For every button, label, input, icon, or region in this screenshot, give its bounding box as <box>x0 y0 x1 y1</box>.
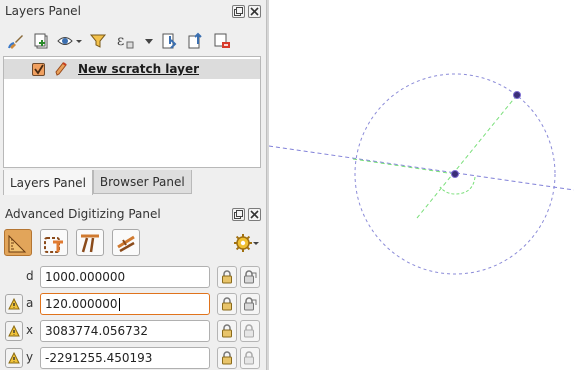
close-icon <box>250 7 259 16</box>
warning-icon <box>8 298 20 310</box>
gear-icon <box>234 234 259 252</box>
field-row-y: y -2291255.450193 <box>0 346 265 370</box>
panel-tabs: Layers Panel Browser Panel <box>3 170 192 195</box>
float-panel-button[interactable] <box>232 208 245 221</box>
warning-a-button[interactable] <box>5 294 23 314</box>
angle-arc <box>439 176 476 195</box>
field-label-d: d <box>26 269 34 283</box>
relative-lock-icon <box>244 297 257 311</box>
field-label-x: x <box>26 323 34 337</box>
relative-lock-icon <box>244 270 257 284</box>
svg-text:ε: ε <box>117 33 124 49</box>
digitizing-settings-button[interactable] <box>232 231 260 255</box>
map-drawing <box>268 73 574 275</box>
lock-y-button[interactable] <box>217 347 237 369</box>
relative-lock-y-button[interactable] <box>240 347 260 369</box>
lock-icon <box>222 297 232 311</box>
field-label-y: y <box>26 350 34 364</box>
float-panel-button[interactable] <box>232 5 245 18</box>
warning-x-button[interactable] <box>5 321 23 341</box>
eye-visibility-icon <box>57 37 82 45</box>
layer-name: New scratch layer <box>78 62 200 76</box>
lock-icon <box>222 270 232 284</box>
tab-layers-panel[interactable]: Layers Panel <box>3 170 93 195</box>
lock-a-button[interactable] <box>217 293 237 315</box>
visibility-button[interactable] <box>56 29 84 53</box>
relative-lock-icon <box>244 324 254 338</box>
relative-lock-x-button[interactable] <box>240 320 260 342</box>
perpendicular-button[interactable] <box>112 229 140 256</box>
close-panel-button[interactable] <box>248 5 261 18</box>
warning-y-button[interactable] <box>5 348 23 368</box>
expand-all-icon <box>162 33 177 49</box>
remove-layer-button[interactable] <box>210 29 234 53</box>
relative-lock-icon <box>244 351 254 365</box>
angle-constraint-line <box>416 94 518 219</box>
add-group-icon <box>34 33 48 49</box>
style-manager-button[interactable] <box>4 29 28 53</box>
collapse-all-icon <box>188 32 202 49</box>
digitizing-panel-title: Advanced Digitizing Panel <box>5 207 161 221</box>
close-icon <box>250 210 259 219</box>
text-caret <box>118 297 120 311</box>
expression-filter-icon: ε <box>117 33 134 49</box>
perpendicular-icon <box>117 235 135 252</box>
warning-icon <box>8 352 20 364</box>
axis-guide-line <box>268 145 574 191</box>
lock-x-button[interactable] <box>217 320 237 342</box>
y-coordinate-input[interactable]: -2291255.450193 <box>40 347 210 369</box>
left-dock: Layers Panel ε New scratch layer Layers … <box>0 0 265 370</box>
field-label-a: a <box>26 296 34 310</box>
layer-tree: New scratch layer <box>3 56 261 168</box>
field-row-d: d 1000.000000 <box>0 265 265 289</box>
layer-row[interactable]: New scratch layer <box>4 59 260 79</box>
layers-toolbar: ε <box>4 28 234 54</box>
layers-panel-title: Layers Panel <box>5 4 81 18</box>
lock-icon <box>222 351 232 365</box>
lock-icon <box>222 324 232 338</box>
digitizing-tools <box>4 229 140 256</box>
paint-brush-icon <box>8 35 23 49</box>
filter-by-expression-button[interactable]: ε <box>112 29 140 53</box>
parallel-button[interactable] <box>76 229 104 256</box>
layer-visibility-checkbox[interactable] <box>32 63 45 76</box>
add-group-button[interactable] <box>30 29 54 53</box>
filter-legend-button[interactable] <box>86 29 110 53</box>
angle-input-value: 120.000000 <box>45 297 118 311</box>
pencil-edit-icon <box>54 61 68 80</box>
relative-lock-a-button[interactable] <box>240 293 260 315</box>
previous-segment-line <box>352 158 456 175</box>
cursor-point <box>513 91 521 99</box>
parallel-icon <box>81 234 99 252</box>
map-canvas[interactable] <box>268 0 574 370</box>
x-coordinate-input[interactable]: 3083774.056732 <box>40 320 210 342</box>
field-row-a: a 120.000000 <box>0 292 265 316</box>
close-panel-button[interactable] <box>248 208 261 221</box>
expression-dropdown-button[interactable] <box>142 29 156 53</box>
float-icon <box>234 7 243 16</box>
layers-panel-dock-buttons <box>232 5 261 18</box>
enable-advanced-digitizing-button[interactable] <box>4 229 32 256</box>
tab-browser-panel[interactable]: Browser Panel <box>92 170 192 194</box>
dropdown-icon <box>145 39 153 44</box>
lock-d-button[interactable] <box>217 266 237 288</box>
expand-all-button[interactable] <box>158 29 182 53</box>
distance-input[interactable]: 1000.000000 <box>40 266 210 288</box>
relative-lock-d-button[interactable] <box>240 266 260 288</box>
checkmark-icon <box>34 64 44 75</box>
digitizing-panel-dock-buttons <box>232 208 261 221</box>
filter-icon <box>89 34 107 48</box>
float-icon <box>234 210 243 219</box>
construction-mode-button[interactable] <box>40 229 68 256</box>
field-row-x: x 3083774.056732 <box>0 319 265 343</box>
collapse-all-button[interactable] <box>184 29 208 53</box>
construction-mode-icon <box>44 236 63 253</box>
vertex-point <box>451 170 459 178</box>
enable-advanced-digitizing-icon <box>8 234 27 252</box>
remove-layer-icon <box>214 33 230 48</box>
angle-input[interactable]: 120.000000 <box>40 293 210 315</box>
warning-icon <box>8 325 20 337</box>
